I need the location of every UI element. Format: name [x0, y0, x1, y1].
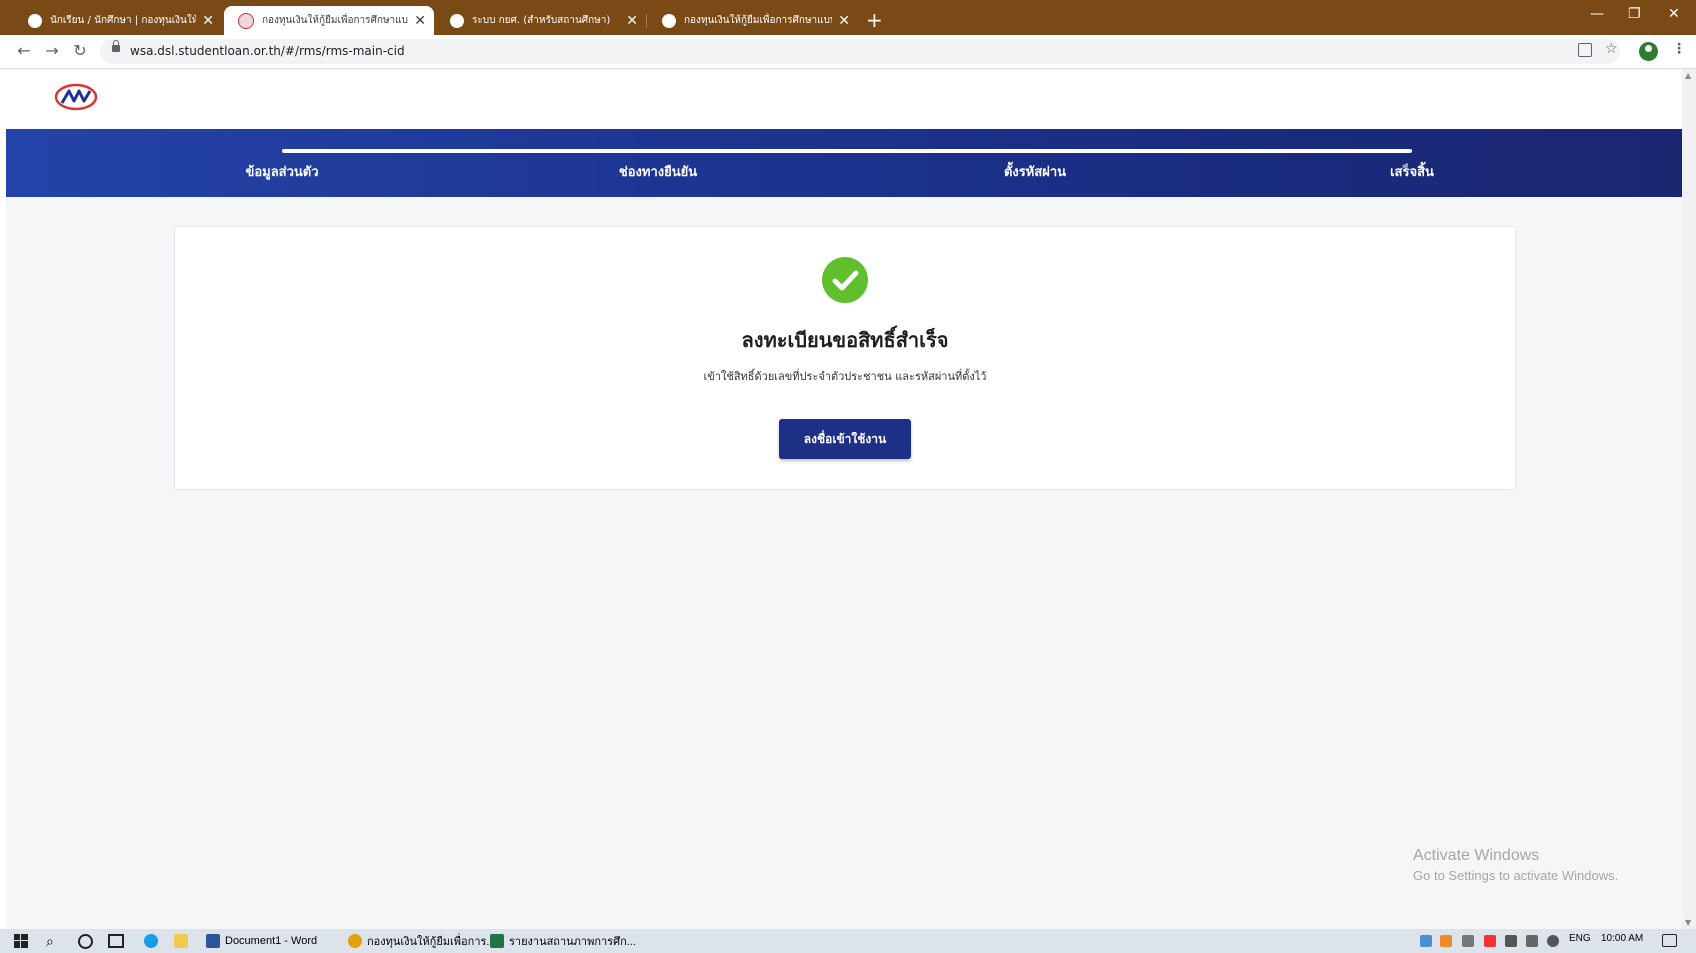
tray-network-icon[interactable] — [1462, 935, 1474, 947]
taskbar-app-label: Document1 - Word — [225, 935, 318, 947]
reload-icon[interactable]: ↻ — [70, 41, 90, 61]
scroll-down-icon[interactable]: ▼ — [1685, 918, 1691, 927]
success-message: เข้าใช้สิทธิ์ด้วยเลขที่ประจำตัวประชาชน แ… — [703, 370, 987, 383]
site-logo[interactable] — [54, 81, 98, 113]
excel-icon — [490, 934, 504, 948]
tray-app-icon[interactable] — [1484, 935, 1496, 947]
address-bar[interactable]: wsa.dsl.studentloan.or.th/#/rms/rms-main… — [100, 39, 1620, 64]
browser-tab-4[interactable]: กองทุนเงินให้กู้ยืมเพื่อการศึกษาแบบดิจิ.… — [648, 6, 858, 35]
step-complete: เสร็จสิ้น — [1390, 165, 1434, 180]
step-set-password: ตั้งรหัสผ่าน — [1003, 165, 1067, 180]
forward-arrow-icon[interactable]: → — [42, 41, 62, 61]
minimize-icon[interactable]: — — [1590, 6, 1604, 22]
task-view-icon[interactable] — [108, 932, 124, 950]
tab-title: กองทุนเงินให้กู้ยืมเพื่อการศึกษาแบบดิจิ.… — [262, 15, 408, 26]
tray-display-icon[interactable] — [1526, 935, 1538, 947]
step-verification-channel: ช่องทางยืนยัน — [618, 165, 698, 180]
tray-app-icon[interactable] — [1420, 935, 1432, 947]
tab-title: ระบบ กยศ. (สำหรับสถานศึกษา) — [472, 15, 611, 26]
tray-security-icon[interactable] — [1505, 935, 1517, 947]
activate-windows-subtitle: Go to Settings to activate Windows. — [1413, 868, 1619, 883]
stepper-progress-line — [282, 149, 1412, 153]
windows-taskbar: ⌕ Document1 - Word กองทุนเงินให้กู้ยืมเพ… — [0, 929, 1696, 953]
tab-close-icon[interactable]: ✕ — [202, 14, 214, 28]
browser-tab-1[interactable]: นักเรียน / นักศึกษา | กองทุนเงินให้กู้ยื… — [14, 6, 222, 35]
translate-icon[interactable] — [1578, 43, 1592, 57]
site-favicon-icon — [662, 13, 676, 28]
taskbar-app-chrome[interactable]: กองทุนเงินให้กู้ยืมเพื่อการ... — [348, 932, 496, 950]
page-scrollbar[interactable]: ▲ ▼ — [1682, 69, 1696, 929]
site-favicon-icon — [450, 13, 464, 28]
profile-avatar-icon[interactable] — [1639, 42, 1658, 61]
login-button[interactable]: ลงชื่อเข้าใช้งาน — [779, 419, 911, 459]
edge-browser-icon[interactable] — [144, 932, 163, 950]
step-personal-info: ข้อมูลส่วนตัว — [245, 165, 319, 180]
windows-start-icon[interactable] — [14, 932, 28, 950]
language-indicator[interactable]: ENG — [1569, 933, 1591, 944]
site-header — [6, 69, 1682, 129]
site-favicon-icon — [28, 13, 42, 28]
url-text: wsa.dsl.studentloan.or.th/#/rms/rms-main… — [130, 44, 405, 58]
file-explorer-icon[interactable] — [174, 932, 193, 950]
tab-title: นักเรียน / นักศึกษา | กองทุนเงินให้กู้ยื… — [50, 15, 197, 26]
success-title: ลงทะเบียนขอสิทธิ์สำเร็จ — [741, 328, 949, 352]
tab-close-icon[interactable]: ✕ — [626, 14, 638, 28]
success-card: ลงทะเบียนขอสิทธิ์สำเร็จ เข้าใช้สิทธิ์ด้ว… — [174, 226, 1516, 490]
registration-stepper: ข้อมูลส่วนตัว ช่องทางยืนยัน ตั้งรหัสผ่าน… — [6, 129, 1682, 197]
close-window-icon[interactable]: ✕ — [1668, 6, 1680, 22]
taskbar-app-label: รายงานสถานภาพการศึก... — [509, 936, 636, 948]
new-tab-button[interactable]: + — [866, 8, 883, 32]
lock-icon — [112, 40, 120, 52]
volume-icon[interactable] — [1547, 935, 1559, 947]
site-favicon-icon — [238, 12, 254, 29]
tab-close-icon[interactable]: ✕ — [838, 14, 850, 28]
menu-kebab-icon[interactable]: ⋮ — [1672, 41, 1686, 57]
taskbar-app-label: กองทุนเงินให้กู้ยืมเพื่อการ... — [367, 936, 496, 948]
restore-icon[interactable]: ❐ — [1628, 6, 1641, 22]
browser-tab-3[interactable]: ระบบ กยศ. (สำหรับสถานศึกษา) ✕ — [436, 6, 646, 35]
word-icon — [206, 934, 220, 948]
taskbar-app-word[interactable]: Document1 - Word — [206, 932, 317, 950]
browser-toolbar: ← → ↻ wsa.dsl.studentloan.or.th/#/rms/rm… — [0, 35, 1696, 69]
back-arrow-icon[interactable]: ← — [14, 41, 34, 61]
notifications-icon[interactable] — [1662, 934, 1677, 947]
system-clock[interactable]: 10:00 AM — [1601, 933, 1643, 944]
bookmark-star-icon[interactable]: ☆ — [1605, 41, 1618, 57]
cortana-icon[interactable] — [78, 932, 93, 950]
search-icon[interactable]: ⌕ — [46, 932, 54, 950]
browser-tab-2[interactable]: กองทุนเงินให้กู้ยืมเพื่อการศึกษาแบบดิจิ.… — [224, 6, 434, 35]
scroll-up-icon[interactable]: ▲ — [1685, 71, 1691, 80]
activate-windows-title: Activate Windows — [1413, 847, 1540, 864]
chrome-icon — [348, 934, 362, 948]
tab-separator — [646, 14, 647, 28]
taskbar-app-excel[interactable]: รายงานสถานภาพการศึก... — [490, 932, 636, 950]
page-viewport: ข้อมูลส่วนตัว ช่องทางยืนยัน ตั้งรหัสผ่าน… — [6, 69, 1682, 929]
tab-close-icon[interactable]: ✕ — [414, 14, 426, 28]
tray-app-icon[interactable] — [1440, 935, 1452, 947]
success-check-icon — [822, 257, 868, 303]
tab-title: กองทุนเงินให้กู้ยืมเพื่อการศึกษาแบบดิจิ.… — [684, 15, 832, 26]
browser-tab-strip: นักเรียน / นักศึกษา | กองทุนเงินให้กู้ยื… — [0, 0, 1696, 35]
